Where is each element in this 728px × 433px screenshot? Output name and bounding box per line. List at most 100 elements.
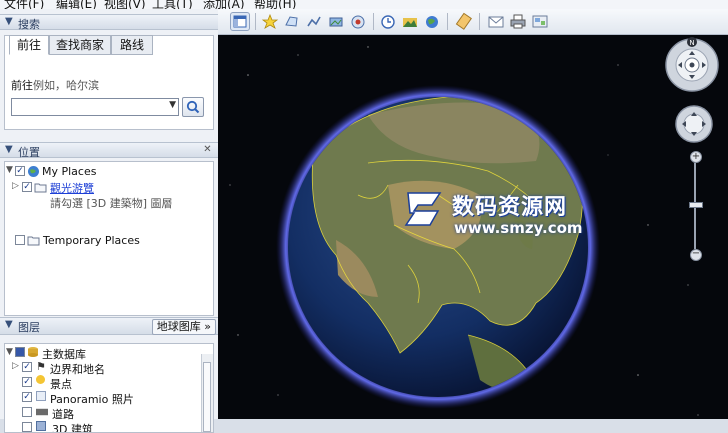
svg-text:N: N [689, 39, 694, 47]
search-button[interactable] [182, 97, 204, 117]
layers-panel-title: 图层 [18, 321, 40, 334]
menu-tools[interactable]: 工具(T) [152, 0, 193, 9]
look-control[interactable]: N [664, 37, 720, 93]
checkbox-primary-database[interactable] [15, 347, 25, 357]
expand-icon[interactable]: ▼ [6, 347, 13, 357]
layer-primary-database[interactable]: 主数据库 [42, 346, 86, 362]
record-tour-button[interactable] [348, 12, 368, 31]
road-icon [36, 408, 48, 416]
expand-icon[interactable]: ▷ [12, 361, 19, 371]
tab-find-business[interactable]: 查找商家 [49, 35, 111, 55]
ruler-icon [455, 12, 472, 30]
zoom-thumb[interactable] [689, 202, 703, 208]
search-input[interactable]: ▼ [11, 98, 179, 116]
checkbox-panoramio[interactable]: ✓ [22, 392, 32, 402]
tour-icon [351, 15, 365, 29]
magnifier-icon [186, 100, 200, 114]
sun-icon [403, 18, 417, 27]
goto-example: 例如，哈尔滨 [33, 79, 99, 92]
polygon-icon [285, 16, 298, 27]
tour-link[interactable]: 觀光游覽 [50, 180, 94, 196]
folder-icon [34, 183, 47, 193]
globe-icon [28, 166, 39, 177]
email-icon [488, 16, 504, 28]
add-placemark-button[interactable] [260, 12, 280, 31]
places-panel-header[interactable]: ▼ 位置 ✕ [0, 142, 218, 159]
layer-roads[interactable]: 道路 [52, 406, 74, 422]
tour-hint: 請勾選 [3D 建築物] 圖層 [50, 197, 173, 210]
menu-add[interactable]: 添加(A) [203, 0, 245, 9]
layer-3d-buildings[interactable]: 3D 建筑 [52, 421, 93, 432]
history-icon [381, 15, 395, 29]
place-dot-icon [36, 375, 45, 384]
scrollbar-thumb[interactable] [203, 362, 211, 432]
sunlight-button[interactable] [400, 12, 420, 31]
toolbar-separator [447, 13, 448, 30]
add-path-button[interactable] [304, 12, 324, 31]
layer-borders-labels[interactable]: 边界和地名 [50, 361, 105, 377]
checkbox-places[interactable]: ✓ [22, 377, 32, 387]
layers-tree: ▼ 主数据库 ▷ ✓ ⚑ 边界和地名 ✓ 景点 ✓ Panoramio 照片 道… [4, 343, 214, 433]
collapse-triangle-icon[interactable]: ▼ [5, 144, 13, 155]
tab-goto[interactable]: 前往 [9, 35, 49, 55]
dropdown-arrow-icon[interactable]: ▼ [169, 100, 176, 110]
photo-icon [36, 391, 46, 401]
layers-scrollbar[interactable] [201, 354, 213, 432]
zoom-slider[interactable]: + − [688, 151, 703, 261]
tab-directions[interactable]: 路线 [111, 35, 153, 55]
watermark-url: www.smzy.com [454, 219, 583, 237]
building-icon [36, 421, 46, 431]
search-panel-title: 搜索 [18, 18, 40, 31]
search-panel: 前往 查找商家 路线 前往例如，哈尔滨 ▼ [4, 35, 214, 130]
search-panel-header[interactable]: ▼ 搜索 [0, 14, 218, 31]
collapse-triangle-icon[interactable]: ▼ [5, 319, 13, 330]
map-view-icon [532, 15, 548, 28]
flag-icon: ⚑ [36, 360, 46, 373]
menu-bar: 文件(F) 编辑(E) 视图(V) 工具(T) 添加(A) 帮助(H) [0, 0, 728, 9]
move-control[interactable] [674, 104, 714, 144]
menu-help[interactable]: 帮助(H) [254, 0, 296, 9]
email-button[interactable] [486, 12, 506, 31]
add-polygon-button[interactable] [282, 12, 302, 31]
temporary-places-label[interactable]: Temporary Places [43, 234, 140, 247]
expand-icon[interactable]: ▷ [12, 181, 19, 191]
toolbar-separator [255, 13, 256, 30]
checkbox-tour[interactable]: ✓ [22, 182, 32, 192]
add-overlay-button[interactable] [326, 12, 346, 31]
close-icon[interactable]: ✕ [201, 143, 214, 156]
sidebar-toggle-button[interactable] [230, 12, 250, 31]
checkbox-3d-buildings[interactable] [22, 422, 32, 432]
checkbox-roads[interactable] [22, 407, 32, 417]
historical-imagery-button[interactable] [378, 12, 398, 31]
placemark-icon [261, 13, 279, 29]
layers-panel-header[interactable]: ▼ 图层 地球图库 » [0, 317, 218, 335]
ruler-button[interactable] [454, 12, 474, 31]
path-icon [307, 16, 321, 27]
zoom-in-icon[interactable]: + [690, 151, 702, 163]
print-button[interactable] [508, 12, 528, 31]
collapse-triangle-icon[interactable]: ▼ [5, 16, 13, 27]
zoom-out-icon[interactable]: − [690, 249, 702, 261]
layer-panoramio[interactable]: Panoramio 照片 [50, 391, 134, 407]
expand-icon[interactable]: ▼ [6, 165, 13, 175]
menu-view[interactable]: 视图(V) [104, 0, 146, 9]
overlay-icon [329, 17, 343, 27]
watermark-logo [404, 192, 442, 226]
checkbox-borders-labels[interactable]: ✓ [22, 362, 32, 372]
goto-hint: 前往例如，哈尔滨 [11, 77, 99, 93]
folder-icon [27, 236, 40, 246]
menu-edit[interactable]: 编辑(E) [56, 0, 97, 9]
print-icon [510, 14, 526, 29]
earth-viewer[interactable]: 数码资源网 www.smzy.com N + − [218, 35, 728, 419]
layer-places[interactable]: 景点 [50, 376, 72, 392]
switch-planet-button[interactable] [422, 12, 442, 31]
my-places-label[interactable]: My Places [42, 165, 96, 178]
menu-file[interactable]: 文件(F) [4, 0, 44, 9]
watermark-title: 数码资源网 [452, 195, 568, 220]
checkbox-my-places[interactable]: ✓ [15, 166, 25, 176]
view-in-maps-button[interactable] [530, 12, 550, 31]
toolbar-separator [479, 13, 480, 30]
toolbar [218, 9, 728, 35]
earth-gallery-button[interactable]: 地球图库 » [151, 319, 216, 335]
checkbox-temporary-places[interactable] [15, 235, 25, 245]
